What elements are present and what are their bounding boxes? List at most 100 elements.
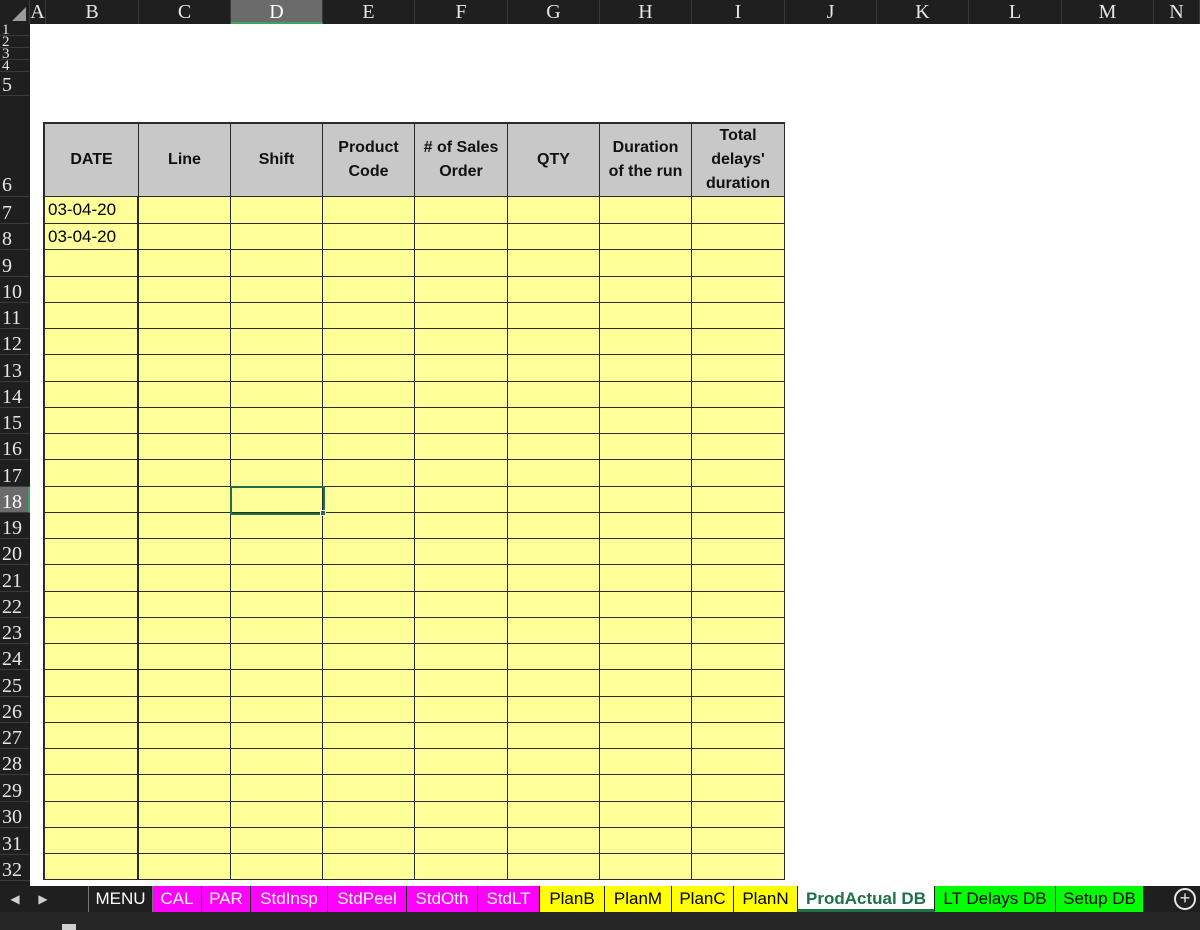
table-cell[interactable]: [508, 670, 600, 697]
table-cell[interactable]: [139, 382, 231, 408]
table-header-cell[interactable]: Duration of the run: [600, 122, 692, 197]
table-cell[interactable]: [231, 224, 323, 250]
table-cell[interactable]: [323, 565, 415, 592]
table-cell[interactable]: [508, 250, 600, 277]
table-cell[interactable]: [600, 197, 692, 224]
table-cell[interactable]: [508, 277, 600, 303]
table-cell[interactable]: [692, 723, 785, 749]
table-cell[interactable]: [508, 749, 600, 775]
table-cell[interactable]: [43, 408, 139, 434]
row-header-20[interactable]: 20: [0, 539, 30, 565]
table-cell[interactable]: [508, 828, 600, 854]
sheet-tab-cal[interactable]: CAL: [153, 886, 202, 912]
active-cell-D18[interactable]: [230, 486, 325, 515]
table-cell[interactable]: [43, 828, 139, 854]
table-cell[interactable]: [508, 775, 600, 802]
table-cell[interactable]: [323, 382, 415, 408]
row-header-10[interactable]: 10: [0, 277, 30, 303]
table-cell[interactable]: [323, 670, 415, 697]
table-cell[interactable]: [415, 513, 508, 539]
table-cell[interactable]: [231, 539, 323, 565]
table-cell[interactable]: [139, 749, 231, 775]
table-cell[interactable]: [323, 329, 415, 355]
row-header-22[interactable]: 22: [0, 592, 30, 618]
table-cell[interactable]: [231, 828, 323, 854]
table-cell[interactable]: [600, 539, 692, 565]
table-cell[interactable]: [415, 828, 508, 854]
table-cell[interactable]: [600, 224, 692, 250]
table-cell[interactable]: [692, 854, 785, 880]
table-cell[interactable]: [600, 250, 692, 277]
row-header-14[interactable]: 14: [0, 382, 30, 408]
table-cell[interactable]: [600, 303, 692, 329]
table-cell[interactable]: [600, 828, 692, 854]
row-header-16[interactable]: 16: [0, 434, 30, 460]
row-header-28[interactable]: 28: [0, 749, 30, 775]
table-cell[interactable]: [508, 355, 600, 382]
table-cell[interactable]: [415, 618, 508, 644]
table-cell[interactable]: [692, 224, 785, 250]
row-header-8[interactable]: 8: [0, 224, 30, 250]
table-cell[interactable]: [415, 565, 508, 592]
row-header-15[interactable]: 15: [0, 408, 30, 434]
table-cell[interactable]: [323, 250, 415, 277]
table-cell[interactable]: [508, 723, 600, 749]
table-cell[interactable]: [139, 539, 231, 565]
table-cell[interactable]: [692, 670, 785, 697]
table-cell[interactable]: [323, 487, 415, 513]
sheet-tab-plann[interactable]: PlanN: [734, 886, 798, 912]
table-cell[interactable]: [43, 697, 139, 723]
table-cell[interactable]: [323, 723, 415, 749]
table-cell[interactable]: [600, 644, 692, 670]
table-cell[interactable]: [139, 828, 231, 854]
table-cell[interactable]: [231, 355, 323, 382]
table-cell[interactable]: [692, 382, 785, 408]
table-cell[interactable]: [600, 408, 692, 434]
table-cell[interactable]: [323, 749, 415, 775]
row-header-27[interactable]: 27: [0, 723, 30, 749]
table-cell[interactable]: [415, 434, 508, 460]
table-cell[interactable]: [600, 460, 692, 487]
table-cell[interactable]: [43, 250, 139, 277]
table-cell[interactable]: [139, 618, 231, 644]
sheet-tab-stdinsp[interactable]: StdInsp: [251, 886, 328, 912]
row-header-32[interactable]: 32: [0, 855, 30, 881]
table-cell[interactable]: [231, 277, 323, 303]
table-cell[interactable]: [415, 775, 508, 802]
table-cell[interactable]: 03-04-20: [43, 224, 139, 250]
table-cell[interactable]: [692, 565, 785, 592]
table-cell[interactable]: [139, 775, 231, 802]
sheet-tab-stdpeel[interactable]: StdPeel: [328, 886, 407, 912]
table-cell[interactable]: [231, 382, 323, 408]
table-cell[interactable]: [415, 749, 508, 775]
table-cell[interactable]: [508, 197, 600, 224]
row-header-23[interactable]: 23: [0, 618, 30, 644]
table-cell[interactable]: [323, 592, 415, 618]
table-cell[interactable]: [508, 382, 600, 408]
sheet-tab-prodactual-db[interactable]: ProdActual DB: [798, 886, 935, 912]
row-header-5[interactable]: 5: [0, 72, 30, 96]
table-cell[interactable]: [415, 592, 508, 618]
table-cell[interactable]: [415, 329, 508, 355]
column-header-K[interactable]: K: [877, 0, 969, 24]
table-cell[interactable]: [43, 670, 139, 697]
table-cell[interactable]: [600, 618, 692, 644]
table-cell[interactable]: [43, 329, 139, 355]
table-cell[interactable]: [323, 644, 415, 670]
table-cell[interactable]: [508, 513, 600, 539]
table-cell[interactable]: [323, 460, 415, 487]
table-cell[interactable]: [43, 487, 139, 513]
table-cell[interactable]: [508, 644, 600, 670]
table-cell[interactable]: [600, 565, 692, 592]
fill-handle[interactable]: [320, 510, 326, 516]
table-cell[interactable]: [415, 197, 508, 224]
table-cell[interactable]: [43, 382, 139, 408]
table-cell[interactable]: [323, 408, 415, 434]
table-cell[interactable]: [692, 618, 785, 644]
table-cell[interactable]: [139, 355, 231, 382]
table-cell[interactable]: [600, 277, 692, 303]
table-cell[interactable]: [231, 460, 323, 487]
table-cell[interactable]: [600, 592, 692, 618]
table-header-cell[interactable]: Shift: [231, 122, 323, 197]
table-cell[interactable]: [43, 592, 139, 618]
